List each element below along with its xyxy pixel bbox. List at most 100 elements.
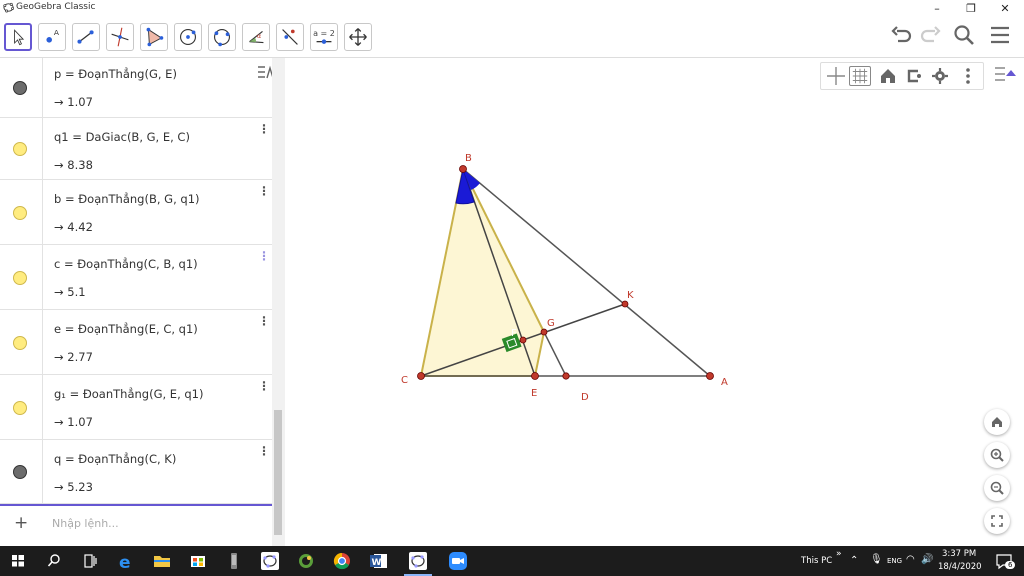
visibility-marble[interactable] <box>13 271 27 285</box>
circle-center-point-tool-button[interactable] <box>174 23 202 51</box>
microphone-icon[interactable]: 🎙 <box>870 554 883 565</box>
polygon-q1[interactable] <box>421 169 544 376</box>
object-definition[interactable]: p = ĐoạnThẳng(G, E) <box>54 67 177 81</box>
file-explorer-app[interactable] <box>144 546 180 576</box>
keyboard-language[interactable]: ENG <box>887 557 902 565</box>
wifi-icon[interactable]: ◠ <box>906 554 915 565</box>
geogebra-app-2[interactable] <box>400 546 436 576</box>
add-item-button[interactable]: + <box>14 513 28 533</box>
object-definition[interactable]: c = ĐoạnThẳng(C, B, q1) <box>54 257 198 271</box>
object-definition[interactable]: q = ĐoạnThẳng(C, K) <box>54 452 176 466</box>
minimize-button[interactable]: – <box>920 0 954 16</box>
clock-time[interactable]: 3:37 PM <box>942 549 976 559</box>
segment-tool-button[interactable] <box>72 23 100 51</box>
this-pc-label[interactable]: This PC <box>801 556 832 566</box>
object-definition[interactable]: q1 = DaGiac(B, G, E, C) <box>54 130 190 144</box>
style-bar-toggle-icon <box>995 67 1016 81</box>
reflect-tool-button[interactable] <box>276 23 304 51</box>
visibility-marble[interactable] <box>13 142 27 156</box>
row-more-options-icon[interactable]: ⋮ <box>258 314 270 328</box>
main-menu-button[interactable] <box>987 22 1013 48</box>
visibility-marble[interactable] <box>13 401 27 415</box>
point-a[interactable] <box>706 372 714 380</box>
move-graphics-view-tool-button[interactable] <box>344 23 372 51</box>
angle-tool-button[interactable]: α <box>242 23 270 51</box>
restore-button[interactable]: ❐ <box>954 0 988 16</box>
show-hidden-icons-button[interactable]: ⌃ <box>850 555 858 566</box>
task-view-button[interactable] <box>72 546 108 576</box>
search-button[interactable] <box>951 22 977 48</box>
algebra-scrollbar-thumb[interactable] <box>274 410 282 535</box>
visibility-marble[interactable] <box>13 206 27 220</box>
polygon-tool-button[interactable] <box>140 23 168 51</box>
geometry-construction[interactable]: B C E D A K G F <box>286 58 1024 546</box>
zoom-out-button[interactable] <box>984 475 1010 501</box>
algebra-row[interactable]: q = ĐoạnThẳng(C, K) → 5.23 ⋮ <box>0 440 272 504</box>
zoom-app[interactable] <box>440 546 476 576</box>
algebra-input[interactable]: + Nhập lệnh... <box>0 504 272 544</box>
row-more-options-icon[interactable]: ⋮ <box>258 444 270 458</box>
action-center-button[interactable]: 6 <box>986 546 1022 576</box>
point-d[interactable] <box>562 372 570 380</box>
graphics-settings-button[interactable] <box>929 66 951 86</box>
algebra-row[interactable]: g₁ = ĐoanThẳng(G, E, q1) → 1.07 ⋮ <box>0 375 272 440</box>
algebra-row[interactable]: e = ĐoạnThẳng(E, C, q1) → 2.77 ⋮ <box>0 310 272 375</box>
circle-three-points-tool-button[interactable] <box>208 23 236 51</box>
graphics-view[interactable]: B C E D A K G F <box>286 58 1024 546</box>
toggle-axes-button[interactable] <box>825 66 847 86</box>
start-button[interactable] <box>0 546 36 576</box>
segment-gd[interactable] <box>543 331 567 377</box>
point-k[interactable] <box>621 300 629 308</box>
move-tool-button[interactable] <box>4 23 32 51</box>
volume-icon[interactable]: 🔊 <box>921 554 933 565</box>
point-tool-button[interactable]: A <box>38 23 66 51</box>
point-f[interactable] <box>519 336 527 344</box>
slider-tool-button[interactable]: a = 2 <box>310 23 338 51</box>
algebra-row[interactable]: c = ĐoạnThẳng(C, B, q1) → 5.1 ⋮ <box>0 245 272 310</box>
graphics-view-menu-button[interactable] <box>992 62 1018 86</box>
algebra-view: p = ĐoạnThẳng(G, E) → 1.07 q1 = DaGiac(B, … <box>0 58 285 546</box>
visibility-marble[interactable] <box>13 336 27 350</box>
redo-button[interactable] <box>917 22 943 48</box>
word-app[interactable]: W <box>360 546 396 576</box>
more-options-button[interactable] <box>957 66 979 86</box>
home-view-button[interactable] <box>984 409 1010 435</box>
object-definition[interactable]: e = ĐoạnThẳng(E, C, q1) <box>54 322 198 336</box>
undo-button[interactable] <box>889 22 915 48</box>
edge-app[interactable]: e <box>108 546 144 576</box>
algebra-row[interactable]: b = ĐoạnThẳng(B, G, q1) → 4.42 ⋮ <box>0 180 272 245</box>
row-more-options-icon[interactable]: ⋮ <box>258 122 270 136</box>
close-button[interactable]: ✕ <box>988 0 1022 16</box>
row-more-options-icon[interactable]: ⋮ <box>258 184 270 198</box>
label-e: E <box>531 388 537 399</box>
perpendicular-line-tool-button[interactable] <box>106 23 134 51</box>
row-more-options-icon[interactable]: ⋮ <box>258 249 270 263</box>
point-b[interactable] <box>459 165 467 173</box>
toggle-grid-button[interactable] <box>849 66 871 86</box>
point-g[interactable] <box>540 328 548 336</box>
phone-icon <box>231 553 237 569</box>
row-more-options-icon[interactable]: ⋮ <box>258 379 270 393</box>
windows-logo-icon <box>12 555 24 567</box>
geogebra-classic-5-app[interactable] <box>288 546 324 576</box>
app-battery[interactable] <box>216 546 252 576</box>
point-e[interactable] <box>531 372 539 380</box>
zoom-in-button[interactable] <box>984 442 1010 468</box>
toolbar-expand-chevron[interactable]: » <box>836 549 842 559</box>
clock-date[interactable]: 18/4/2020 <box>938 562 982 572</box>
algebra-row[interactable]: p = ĐoạnThẳng(G, E) → 1.07 <box>0 58 272 118</box>
visibility-marble[interactable] <box>13 81 27 95</box>
point-c[interactable] <box>417 372 425 380</box>
taskbar-search-button[interactable] <box>36 546 72 576</box>
object-definition[interactable]: b = ĐoạnThẳng(B, G, q1) <box>54 192 200 206</box>
point-capturing-button[interactable] <box>903 66 925 86</box>
fullscreen-button[interactable] <box>984 508 1010 534</box>
object-definition[interactable]: g₁ = ĐoanThẳng(G, E, q1) <box>54 387 203 401</box>
store-app[interactable] <box>180 546 216 576</box>
algebra-row[interactable]: q1 = DaGiac(B, G, E, C) → 8.38 ⋮ <box>0 118 272 180</box>
chrome-app[interactable] <box>324 546 360 576</box>
task-view-icon <box>84 554 97 568</box>
geogebra-app-1[interactable] <box>252 546 288 576</box>
visibility-marble[interactable] <box>13 465 27 479</box>
standard-view-button[interactable] <box>877 66 899 86</box>
